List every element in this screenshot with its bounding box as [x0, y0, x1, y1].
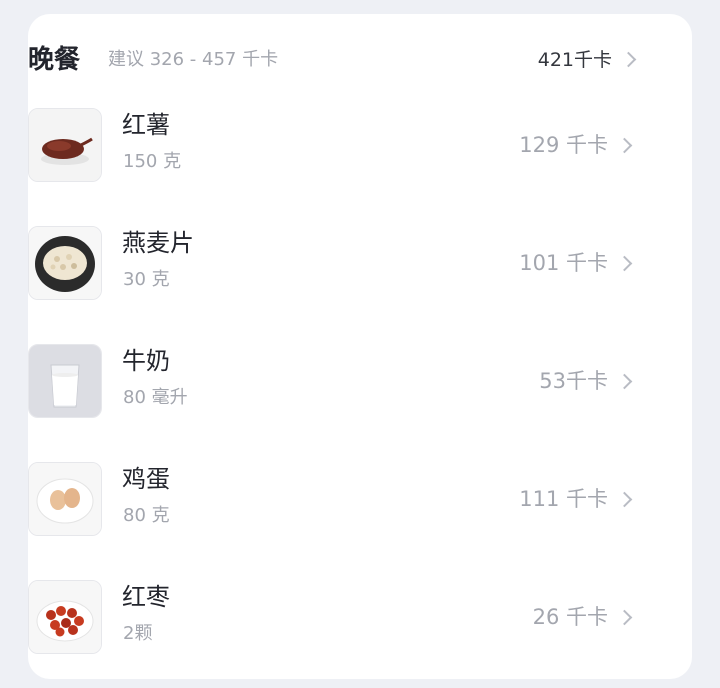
food-amount: 80 毫升	[123, 387, 188, 408]
food-name: 红薯	[122, 111, 170, 139]
food-name: 牛奶	[122, 347, 170, 375]
meal-total-calories: 421千卡	[537, 49, 612, 71]
sweet-potato-image	[28, 108, 102, 182]
food-amount: 30 克	[123, 269, 170, 290]
meal-header[interactable]: 晚餐 建议 326 - 457 千卡 421千卡	[28, 40, 638, 80]
eggs-image	[28, 462, 102, 536]
suggested-calories: 建议 326 - 457 千卡	[108, 49, 279, 70]
food-name: 红枣	[122, 583, 170, 611]
food-item-oatmeal[interactable]: 燕麦片 30 克 101 千卡	[28, 226, 664, 302]
chevron-right-icon	[616, 491, 633, 508]
food-amount: 80 克	[123, 505, 170, 526]
chevron-right-icon	[616, 609, 633, 626]
milk-image	[28, 344, 102, 418]
food-item-eggs[interactable]: 鸡蛋 80 克 111 千卡	[28, 462, 664, 538]
food-amount: 2颗	[123, 623, 153, 644]
food-item-milk[interactable]: 牛奶 80 毫升 53千卡	[28, 344, 664, 420]
food-item-sweet-potato[interactable]: 红薯 150 克 129 千卡	[28, 108, 664, 184]
food-calories: 129 千卡	[519, 133, 608, 157]
food-name: 燕麦片	[122, 229, 194, 257]
food-amount: 150 克	[123, 151, 182, 172]
red-dates-image	[28, 580, 102, 654]
chevron-right-icon	[616, 255, 633, 272]
food-calories: 53千卡	[539, 369, 608, 393]
food-calories: 26 千卡	[532, 605, 608, 629]
food-calories: 101 千卡	[519, 251, 608, 275]
food-item-red-dates[interactable]: 红枣 2颗 26 千卡	[28, 580, 664, 656]
meal-title: 晚餐	[28, 45, 81, 75]
chevron-right-icon	[616, 137, 633, 154]
food-calories: 111 千卡	[519, 487, 608, 511]
chevron-right-icon	[616, 373, 633, 390]
oatmeal-image	[28, 226, 102, 300]
food-name: 鸡蛋	[122, 465, 170, 493]
chevron-right-icon	[620, 51, 637, 68]
